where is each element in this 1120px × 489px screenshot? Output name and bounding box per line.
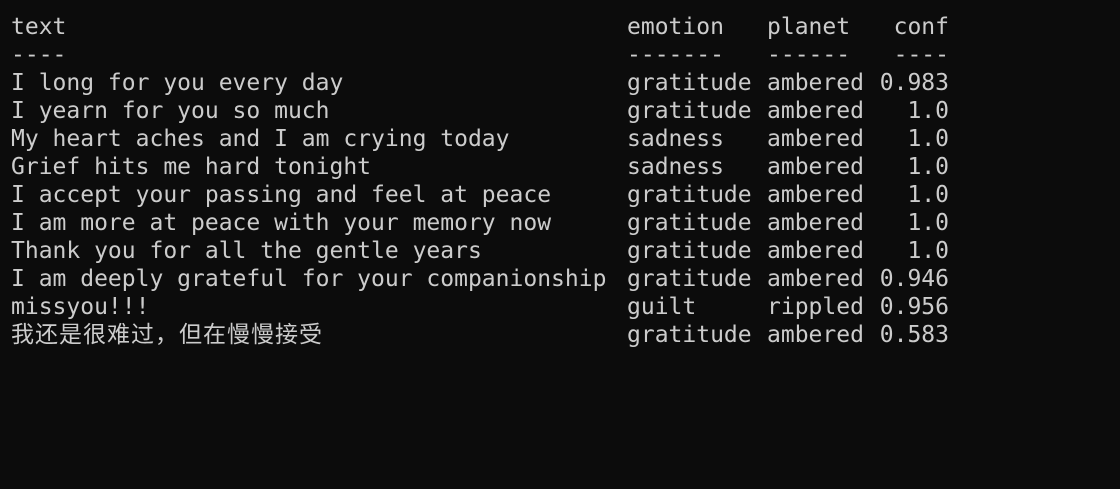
row-emotion: gratitude xyxy=(627,238,752,264)
row-emotion: gratitude xyxy=(627,266,752,292)
table-row: Thank you for all the gentle years grati… xyxy=(11,237,1120,265)
row-planet: ambered xyxy=(767,182,864,208)
table-row: 我还是很难过，但在慢慢接受 gratitude ambered 0.583 xyxy=(11,321,1120,349)
table-row: My heart aches and I am crying today sad… xyxy=(11,125,1120,153)
row-emotion: gratitude xyxy=(627,98,752,124)
row-planet: ambered xyxy=(767,210,864,236)
row-conf: 1.0 xyxy=(907,238,949,264)
row-planet: ambered xyxy=(767,154,864,180)
separator-conf: ---- xyxy=(893,42,949,68)
row-text: I long for you every day xyxy=(11,70,344,96)
table-row: Grief hits me hard tonight sadness amber… xyxy=(11,153,1120,181)
row-planet: ambered xyxy=(767,238,864,264)
table-row: I am more at peace with your memory now … xyxy=(11,209,1120,237)
separator-emotion: ------- xyxy=(627,42,724,68)
row-planet: ambered xyxy=(767,266,864,292)
row-conf: 0.956 xyxy=(879,294,949,320)
row-emotion: gratitude xyxy=(627,322,752,348)
row-conf: 0.583 xyxy=(879,322,949,348)
row-text: missyou!!! xyxy=(11,294,150,320)
row-conf: 0.946 xyxy=(879,266,949,292)
row-text: 我还是很难过，但在慢慢接受 xyxy=(11,322,323,348)
row-emotion: gratitude xyxy=(627,70,752,96)
column-header-text: text xyxy=(11,14,67,40)
column-header-conf: conf xyxy=(893,14,949,40)
column-header-emotion: emotion xyxy=(627,14,724,40)
row-conf: 1.0 xyxy=(907,98,949,124)
row-emotion: sadness xyxy=(627,154,724,180)
row-emotion: sadness xyxy=(627,126,724,152)
row-text: I am deeply grateful for your companions… xyxy=(11,266,607,292)
column-header-planet: planet xyxy=(767,14,851,40)
terminal-output[interactable]: text emotion planet conf ---- ------- --… xyxy=(0,0,1120,405)
row-planet: ambered xyxy=(767,98,864,124)
table-row: I yearn for you so much gratitude ambere… xyxy=(11,97,1120,125)
row-conf: 1.0 xyxy=(907,126,949,152)
row-text: I accept your passing and feel at peace xyxy=(11,182,552,208)
row-text: I am more at peace with your memory now xyxy=(11,210,552,236)
row-planet: ambered xyxy=(767,322,864,348)
row-text: My heart aches and I am crying today xyxy=(11,126,510,152)
row-emotion: guilt xyxy=(627,294,697,320)
table-row: I accept your passing and feel at peace … xyxy=(11,181,1120,209)
row-conf: 0.983 xyxy=(879,70,949,96)
separator-text: ---- xyxy=(11,42,67,68)
table-header-separator: ---- ------- ------ ---- xyxy=(11,41,1120,69)
row-emotion: gratitude xyxy=(627,182,752,208)
row-planet: ambered xyxy=(767,70,864,96)
row-conf: 1.0 xyxy=(907,154,949,180)
row-planet: ambered xyxy=(767,126,864,152)
row-text: I yearn for you so much xyxy=(11,98,330,124)
table-header: text emotion planet conf xyxy=(11,13,1120,41)
table-row: missyou!!! guilt rippled 0.956 xyxy=(11,293,1120,321)
row-text: Grief hits me hard tonight xyxy=(11,154,372,180)
row-conf: 1.0 xyxy=(907,182,949,208)
separator-planet: ------ xyxy=(767,42,851,68)
row-planet: rippled xyxy=(767,294,864,320)
table-row: I am deeply grateful for your companions… xyxy=(11,265,1120,293)
row-emotion: gratitude xyxy=(627,210,752,236)
table-row: I long for you every day gratitude amber… xyxy=(11,69,1120,97)
row-text: Thank you for all the gentle years xyxy=(11,238,482,264)
row-conf: 1.0 xyxy=(907,210,949,236)
